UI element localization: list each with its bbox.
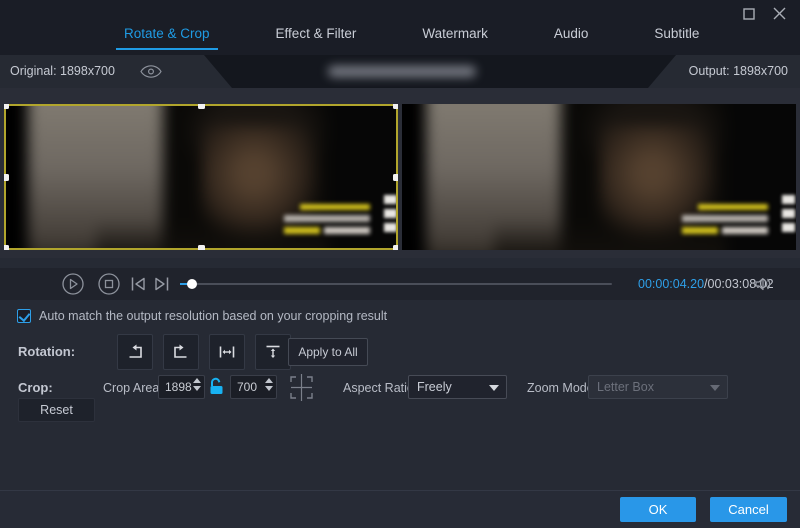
tab-effect-filter[interactable]: Effect & Filter (268, 22, 365, 50)
info-strip: Original: 1898x700 Output: 1898x700 (0, 55, 800, 88)
zoom-mode-value: Letter Box (597, 380, 654, 394)
tab-audio[interactable]: Audio (546, 22, 597, 50)
flip-horizontal-button[interactable] (209, 334, 245, 370)
original-video-preview[interactable] (4, 104, 398, 250)
crop-handle-middle-right[interactable] (393, 174, 398, 181)
ok-button[interactable]: OK (620, 497, 696, 522)
crop-width-input[interactable] (159, 376, 197, 398)
auto-match-checkbox[interactable] (17, 309, 31, 323)
crop-handle-bottom-center[interactable] (198, 245, 205, 250)
crop-height-input[interactable] (231, 376, 269, 398)
rotate-crop-dialog: Rotate & Crop Effect & Filter Watermark … (0, 0, 800, 528)
output-resolution-tab: Output: 1898x700 (648, 55, 800, 88)
crop-selection-box[interactable] (4, 104, 398, 250)
crop-handle-bottom-right[interactable] (393, 245, 398, 250)
auto-match-row: Auto match the output resolution based o… (17, 309, 387, 323)
zoom-mode-label: Zoom Mode: (527, 381, 597, 395)
tab-subtitle[interactable]: Subtitle (646, 22, 707, 50)
options-panel: Auto match the output resolution based o… (0, 300, 800, 490)
tab-rotate-crop[interactable]: Rotate & Crop (116, 22, 218, 50)
maximize-icon[interactable] (743, 8, 755, 20)
crop-height-spinner (230, 375, 277, 399)
step-down-icon[interactable] (193, 386, 201, 391)
apply-to-all-button[interactable]: Apply to All (288, 338, 368, 366)
crop-handle-middle-left[interactable] (4, 174, 9, 181)
output-video-preview (402, 104, 796, 250)
center-crop-icon[interactable] (288, 374, 315, 401)
aspect-ratio-value: Freely (417, 380, 452, 394)
reset-button[interactable]: Reset (18, 398, 95, 422)
stop-button[interactable] (98, 273, 120, 295)
crop-label: Crop: (18, 380, 53, 395)
crop-handle-top-left[interactable] (4, 104, 9, 109)
video-edge-text-obscured (782, 195, 795, 232)
volume-icon[interactable] (754, 276, 772, 292)
seek-slider-thumb[interactable] (187, 279, 197, 289)
rotation-label: Rotation: (18, 344, 75, 359)
titlebar: Rotate & Crop Effect & Filter Watermark … (0, 0, 800, 55)
crop-height-stepper[interactable] (265, 378, 273, 391)
crop-width-spinner (158, 375, 205, 399)
preview-area (0, 88, 800, 258)
player-bar: 00:00:04.20/00:03:08.02 (0, 268, 800, 300)
close-icon[interactable] (773, 7, 786, 20)
preview-eye-icon[interactable] (140, 65, 162, 78)
aspect-ratio-select[interactable]: Freely (408, 375, 507, 399)
previous-frame-button[interactable] (130, 276, 147, 292)
next-frame-button[interactable] (153, 276, 170, 292)
flip-vertical-button[interactable] (255, 334, 291, 370)
rotate-left-icon (126, 343, 144, 361)
window-controls (743, 7, 786, 20)
aspect-ratio-label: Aspect Ratio: (343, 381, 417, 395)
step-up-icon[interactable] (265, 378, 273, 383)
video-filename-obscured (328, 66, 476, 77)
seek-slider[interactable] (180, 283, 612, 285)
crop-handle-top-center[interactable] (198, 104, 205, 109)
crop-area-label: Crop Area: (103, 381, 163, 395)
flip-vertical-icon (264, 343, 282, 361)
tab-watermark[interactable]: Watermark (414, 22, 496, 50)
footer-bar: OK Cancel (0, 490, 800, 528)
aspect-lock-icon[interactable] (209, 377, 224, 395)
original-resolution-label: Original: 1898x700 (10, 64, 115, 78)
current-time: 00:00:04.20 (638, 277, 704, 291)
output-resolution-label: Output: 1898x700 (689, 64, 788, 78)
crop-handle-bottom-left[interactable] (4, 245, 9, 250)
cancel-button[interactable]: Cancel (710, 497, 787, 522)
zoom-mode-select: Letter Box (588, 375, 728, 399)
video-watermark-obscured (682, 204, 768, 234)
auto-match-label: Auto match the output resolution based o… (39, 309, 387, 323)
chevron-down-icon (489, 385, 499, 391)
play-button[interactable] (62, 273, 84, 295)
crop-width-stepper[interactable] (193, 378, 201, 391)
step-up-icon[interactable] (193, 378, 201, 383)
original-resolution-tab: Original: 1898x700 (0, 55, 232, 88)
tab-bar: Rotate & Crop Effect & Filter Watermark … (116, 18, 707, 50)
chevron-down-icon (710, 385, 720, 391)
rotate-left-button[interactable] (117, 334, 153, 370)
crop-handle-top-right[interactable] (393, 104, 398, 109)
flip-horizontal-icon (218, 343, 236, 361)
step-down-icon[interactable] (265, 386, 273, 391)
rotate-right-icon (172, 343, 190, 361)
rotate-right-button[interactable] (163, 334, 199, 370)
